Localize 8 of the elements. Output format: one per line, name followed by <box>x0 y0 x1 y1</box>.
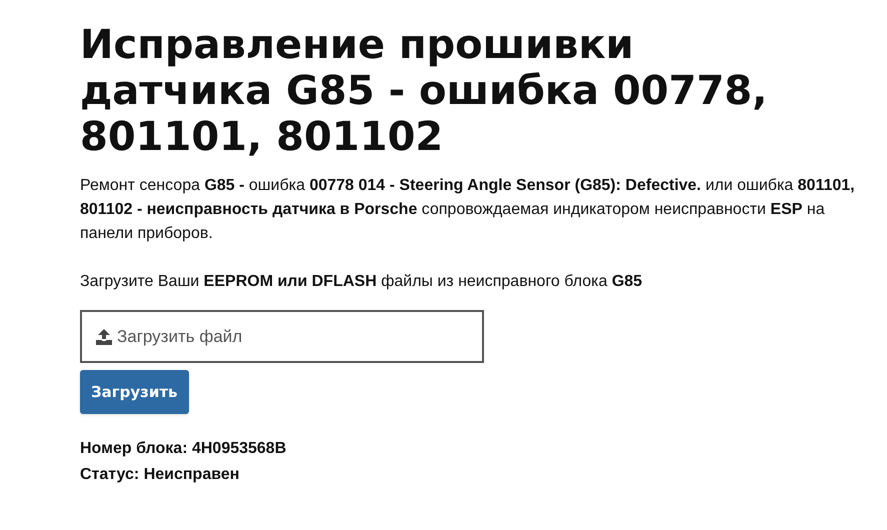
instruction-text: Загрузите Ваши EEPROM или DFLASH файлы из неисправного блока G85 <box>80 272 644 292</box>
file-upload-field[interactable]: Загрузить файл <box>80 310 484 363</box>
upload-button[interactable]: Загрузить <box>80 370 189 414</box>
page-title: Исправление прошивки датчика G85 - ошибка 00778, 801101, 801102 <box>80 22 768 160</box>
result-line: Номер блока: 4H0953568B <box>80 439 288 459</box>
upload-icon <box>95 328 113 345</box>
result-line: Статус: Неисправен <box>80 465 240 485</box>
description-paragraph: Ремонт сенсора G85 - ошибка 00778 014 - Steering Angle Sensor (G85): Defective. или ошибка 801101, 801102 - неисправность датчика в Porsche сопровождаемая индикатором неисправности ESP на панели приборов. <box>80 176 856 244</box>
